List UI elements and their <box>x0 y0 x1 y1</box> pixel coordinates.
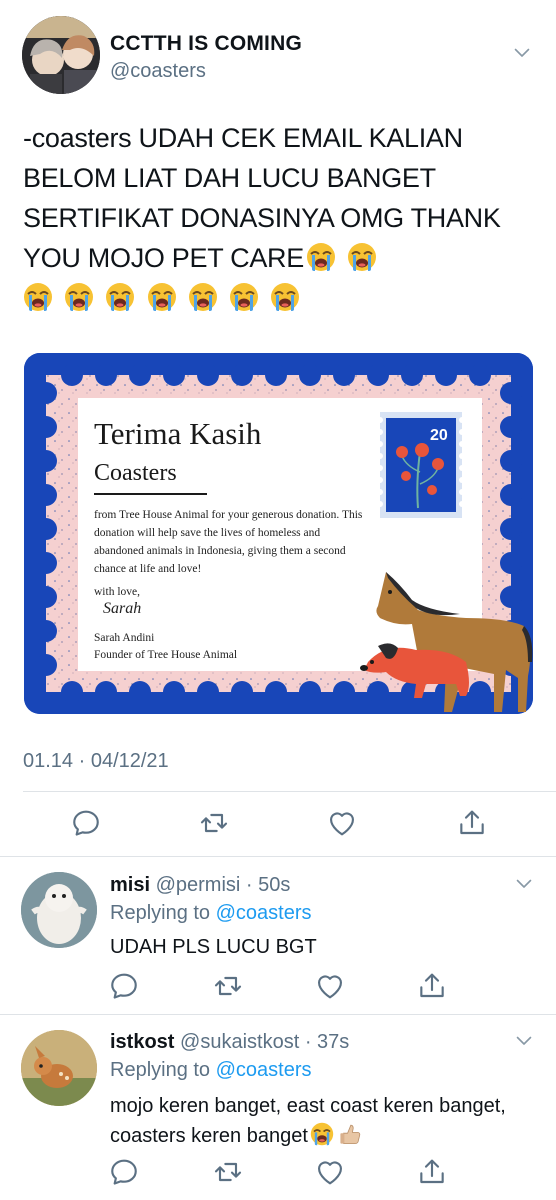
replying-to-link[interactable]: @coasters <box>216 1059 312 1081</box>
certificate-title: Terima Kasih <box>94 416 262 451</box>
certificate-closing: with love, <box>94 586 140 598</box>
share-icon[interactable] <box>416 1156 448 1188</box>
author-handle[interactable]: @coasters <box>110 60 206 83</box>
divider <box>0 1014 556 1015</box>
replying-to-label: Replying to <box>110 902 211 924</box>
crying-face-emoji-icon <box>306 242 336 272</box>
crying-face-emoji-icon <box>229 282 259 312</box>
certificate-divider <box>94 493 207 495</box>
crying-face-emoji-icon <box>188 282 218 312</box>
author-avatar-image <box>22 16 100 94</box>
like-icon[interactable] <box>326 807 358 839</box>
divider <box>0 856 556 857</box>
reply-age[interactable]: · 50s <box>246 874 290 896</box>
divider <box>23 791 556 792</box>
reply-avatar[interactable] <box>21 1030 97 1106</box>
reply-text-body: mojo keren banget, east coast keren bang… <box>110 1095 506 1147</box>
crying-face-emoji-icon <box>270 282 300 312</box>
reply-avatar-image <box>21 872 97 948</box>
certificate-signer-name: Sarah Andini <box>94 632 155 644</box>
share-icon[interactable] <box>416 970 448 1002</box>
stamp-value: 20 <box>430 427 448 444</box>
replying-to: Replying to @coasters <box>110 902 312 925</box>
like-icon[interactable] <box>314 1156 346 1188</box>
tweet-text-body: -coasters UDAH CEK EMAIL KALIAN BELOM LI… <box>23 123 501 273</box>
reply-icon[interactable] <box>70 807 102 839</box>
thumbs-up-emoji-icon <box>338 1122 362 1146</box>
postage-stamp-icon: 20 <box>380 412 462 518</box>
retweet-icon[interactable] <box>212 1156 244 1188</box>
reply-menu-chevron-icon[interactable] <box>516 879 532 889</box>
reply-author-handle[interactable]: @permisi <box>156 874 241 896</box>
reply-age[interactable]: · 37s <box>305 1031 349 1053</box>
reply-avatar[interactable] <box>21 872 97 948</box>
crying-face-emoji-icon <box>147 282 177 312</box>
certificate-recipient: Coasters <box>94 460 177 486</box>
tweet-timestamp[interactable]: 01.14 · 04/12/21 <box>23 750 169 773</box>
retweet-icon[interactable] <box>198 807 230 839</box>
reply-icon[interactable] <box>108 1156 140 1188</box>
crying-face-emoji-icon <box>310 1122 334 1146</box>
share-icon[interactable] <box>456 807 488 839</box>
reply-text: mojo keren banget, east coast keren bang… <box>110 1091 510 1151</box>
crying-face-emoji-icon <box>23 282 53 312</box>
crying-face-emoji-icon <box>64 282 94 312</box>
reply-author-name[interactable]: istkost <box>110 1031 174 1053</box>
author-avatar[interactable] <box>22 16 100 94</box>
reply-text: UDAH PLS LUCU BGT <box>110 936 317 958</box>
reply-author-handle[interactable]: @sukaistkost <box>180 1031 299 1053</box>
reply-icon[interactable] <box>108 970 140 1002</box>
like-icon[interactable] <box>314 970 346 1002</box>
reply-menu-chevron-icon[interactable] <box>516 1036 532 1046</box>
tweet-menu-chevron-icon[interactable] <box>514 48 530 58</box>
crying-face-emoji-icon <box>105 282 135 312</box>
crying-face-emoji-icon <box>347 242 377 272</box>
replying-to-link[interactable]: @coasters <box>216 902 312 924</box>
certificate-signer-title: Founder of Tree House Animal <box>94 649 238 661</box>
reply-header: misi @permisi · 50s <box>110 874 290 897</box>
horse-and-dog-illustration <box>360 572 533 712</box>
tweet-text: -coasters UDAH CEK EMAIL KALIAN BELOM LI… <box>23 118 533 318</box>
replying-to-label: Replying to <box>110 1059 211 1081</box>
author-name[interactable]: CCTTH IS COMING <box>110 32 302 56</box>
reply-header: istkost @sukaistkost · 37s <box>110 1031 349 1054</box>
certificate-signature: Sarah <box>103 600 142 617</box>
certificate-body: from Tree House Animal for your generous… <box>94 509 363 575</box>
retweet-icon[interactable] <box>212 970 244 1002</box>
replying-to: Replying to @coasters <box>110 1059 312 1082</box>
reply-author-name[interactable]: misi <box>110 874 150 896</box>
reply-avatar-image <box>21 1030 97 1106</box>
